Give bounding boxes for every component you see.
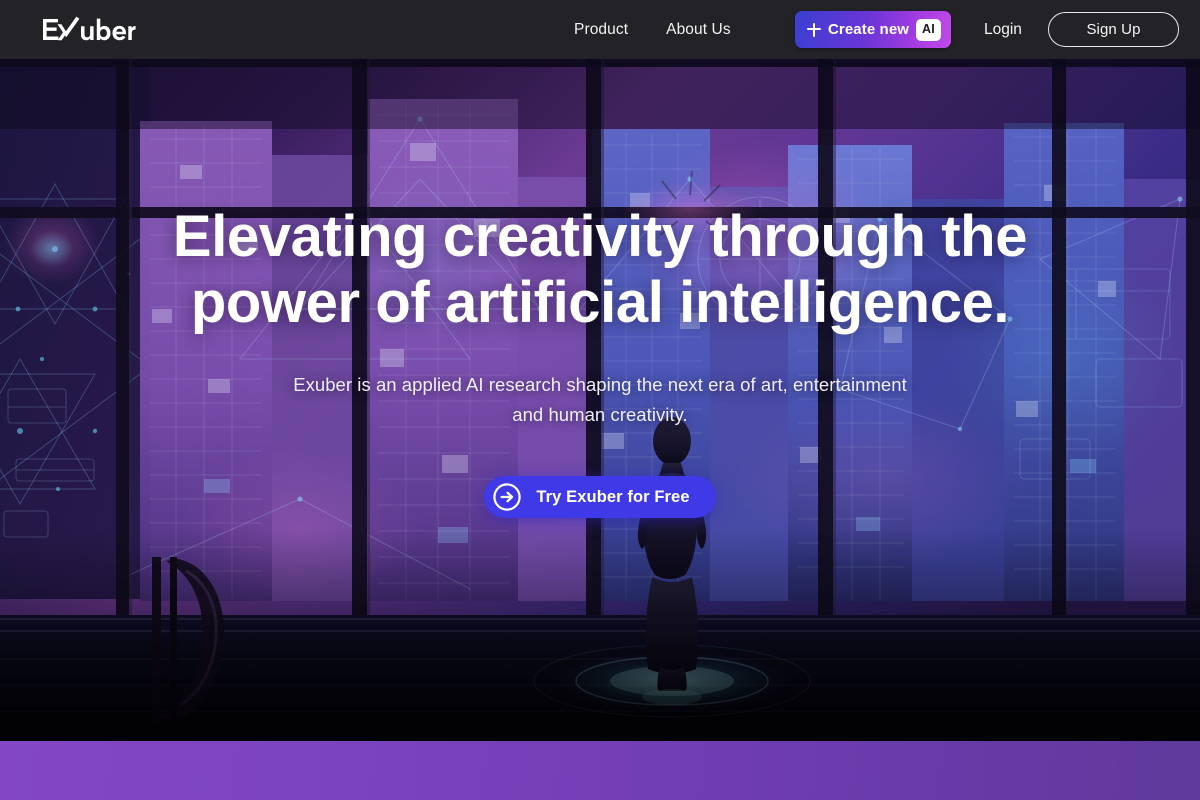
plus-icon [807,22,821,37]
login-link[interactable]: Login [984,21,1022,39]
cta-label: Try Exuber for Free [536,487,690,506]
footer-gradient-band [0,741,1200,800]
nav-item-product[interactable]: Product [574,21,628,39]
headline-line-1: Elevating creativity through the [172,204,1028,269]
create-new-ai-button[interactable]: Create new AI [795,11,951,48]
create-new-label: Create new [828,21,910,38]
subhead-line-1: Exuber is an applied AI research shaping… [293,374,756,396]
headline-line-2: power of artificial intelligence. [190,269,1010,335]
hero-content: Elevating creativity through the power o… [0,59,1200,741]
nav-item-about-us[interactable]: About Us [666,21,731,39]
hero-subheadline: Exuber is an applied AI research shaping… [290,370,910,430]
landing-page: Product About Us Create new AI Login Sig… [0,0,1200,800]
site-header: Product About Us Create new AI Login Sig… [0,0,1200,59]
signup-button[interactable]: Sign Up [1048,12,1179,47]
arrow-right-circle-icon [493,483,522,511]
try-exuber-for-free-button[interactable]: Try Exuber for Free [484,476,716,518]
exuber-wordmark-icon [43,16,136,40]
logo-exuber[interactable] [40,15,138,45]
hero-headline: Elevating creativity through the power o… [100,204,1100,335]
main-nav: Product About Us [574,0,731,59]
hero-section: Elevating creativity through the power o… [0,59,1200,741]
ai-badge: AI [916,18,941,41]
